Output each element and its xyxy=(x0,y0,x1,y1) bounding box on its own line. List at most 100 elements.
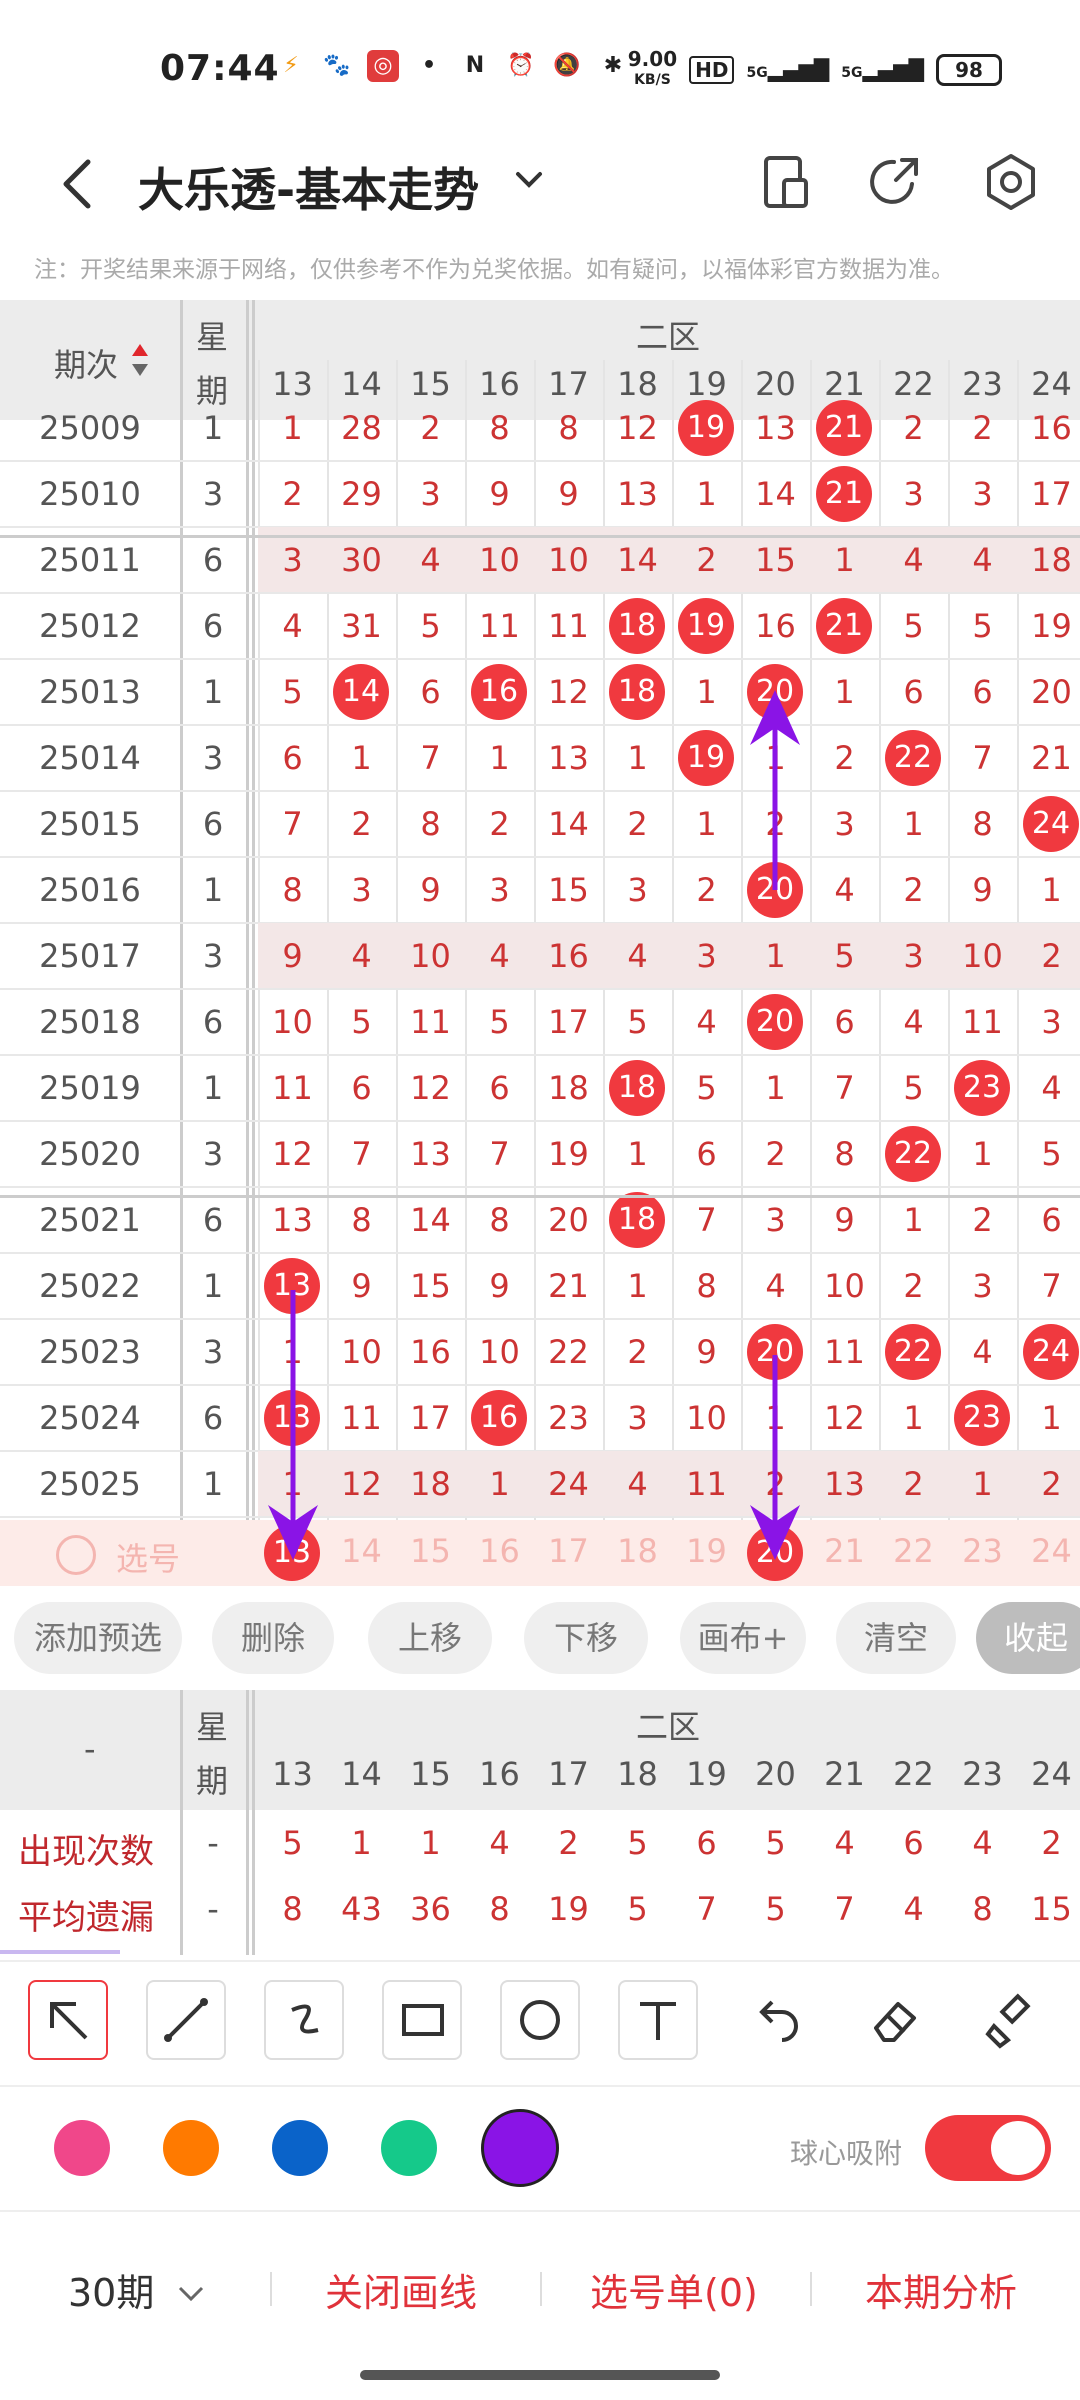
phone-layout-icon[interactable] xyxy=(750,146,822,218)
issue-header[interactable]: 期次 xyxy=(54,340,118,386)
miss-count: 5 xyxy=(282,673,303,711)
line-icon[interactable] xyxy=(146,1980,226,2060)
stats-value: 6 xyxy=(696,1824,717,1862)
action-chip[interactable]: 清空 xyxy=(836,1602,956,1674)
select-number[interactable]: 24 xyxy=(1017,1532,1080,1570)
miss-count: 8 xyxy=(282,871,303,909)
color-swatch-selected[interactable] xyxy=(481,2109,559,2187)
hit-ball[interactable]: 24 xyxy=(1023,796,1079,852)
weekday: 1 xyxy=(202,409,224,447)
hit-ball[interactable]: 16 xyxy=(471,664,527,720)
period-selector[interactable]: 30期 xyxy=(68,2262,208,2317)
hit-ball[interactable]: 20 xyxy=(747,862,803,918)
miss-count: 4 xyxy=(489,937,510,975)
hit-ball[interactable]: 20 xyxy=(747,994,803,1050)
selected-ball[interactable]: 13 xyxy=(264,1525,320,1581)
row-divider xyxy=(0,1318,1080,1320)
stats-label: 平均遗漏 xyxy=(18,1898,154,1938)
hit-ball[interactable]: 13 xyxy=(264,1258,320,1314)
hit-ball[interactable]: 22 xyxy=(885,1324,941,1380)
circle-icon[interactable] xyxy=(500,1980,580,2060)
column-header: 22 xyxy=(893,365,934,403)
share-icon[interactable] xyxy=(860,146,932,218)
settings-icon[interactable] xyxy=(975,146,1047,218)
snap-toggle[interactable] xyxy=(925,2115,1051,2181)
row-divider xyxy=(0,724,1080,726)
action-chip[interactable]: 画布+ xyxy=(680,1602,806,1674)
hit-ball[interactable]: 18 xyxy=(609,598,665,654)
color-swatch[interactable] xyxy=(163,2120,219,2176)
hit-ball[interactable]: 20 xyxy=(747,1324,803,1380)
text-icon[interactable] xyxy=(618,1980,698,2060)
color-swatch[interactable] xyxy=(381,2120,437,2176)
hit-ball[interactable]: 23 xyxy=(954,1060,1010,1116)
undo-icon[interactable] xyxy=(736,1980,816,2060)
select-number[interactable]: 15 xyxy=(396,1532,465,1570)
action-chip[interactable]: 下移 xyxy=(524,1602,648,1674)
pick-list-button[interactable]: 选号单(0) xyxy=(590,2262,758,2317)
select-arrow-icon[interactable] xyxy=(28,1980,108,2060)
color-swatch[interactable] xyxy=(272,2120,328,2176)
curve-icon[interactable] xyxy=(264,1980,344,2060)
select-label[interactable]: 选号 xyxy=(116,1534,180,1580)
hit-ball[interactable]: 14 xyxy=(333,664,389,720)
close-draw-button[interactable]: 关闭画线 xyxy=(325,2262,477,2317)
action-chip[interactable]: 添加预选 xyxy=(14,1602,182,1674)
page-title[interactable]: 大乐透-基本走势 xyxy=(138,154,479,220)
bottom-action-bar: 30期 关闭画线 选号单(0) 本期分析 xyxy=(0,2210,1080,2350)
select-number[interactable]: 14 xyxy=(327,1532,396,1570)
select-number[interactable]: 18 xyxy=(603,1532,672,1570)
chevron-down-icon[interactable] xyxy=(512,162,546,205)
hit-ball[interactable]: 21 xyxy=(816,466,872,522)
miss-count: 1 xyxy=(765,1069,786,1107)
stats-weekday: - xyxy=(207,1824,219,1862)
color-swatch[interactable] xyxy=(54,2120,110,2176)
selected-ball[interactable]: 20 xyxy=(747,1525,803,1581)
hit-ball[interactable]: 18 xyxy=(609,1060,665,1116)
miss-count: 7 xyxy=(834,1069,855,1107)
action-chip[interactable]: 上移 xyxy=(368,1602,492,1674)
miss-count: 13 xyxy=(755,409,796,447)
rectangle-icon[interactable] xyxy=(382,1980,462,2060)
hit-ball[interactable]: 22 xyxy=(885,730,941,786)
hit-ball[interactable]: 19 xyxy=(678,598,734,654)
hit-ball[interactable]: 16 xyxy=(471,1390,527,1446)
hit-ball[interactable]: 21 xyxy=(816,400,872,456)
clear-brush-icon[interactable] xyxy=(972,1980,1052,2060)
weekday: 6 xyxy=(202,541,224,579)
eraser-icon[interactable] xyxy=(854,1980,934,2060)
hit-ball[interactable]: 20 xyxy=(747,664,803,720)
action-chip[interactable]: 删除 xyxy=(212,1602,334,1674)
back-button[interactable] xyxy=(50,148,110,218)
select-radio[interactable] xyxy=(56,1535,96,1575)
miss-count: 13 xyxy=(272,1201,313,1239)
miss-count: 1 xyxy=(972,1135,993,1173)
select-number[interactable]: 19 xyxy=(672,1532,741,1570)
miss-count: 4 xyxy=(972,1333,993,1371)
hit-ball[interactable]: 22 xyxy=(885,1126,941,1182)
miss-count: 5 xyxy=(1041,1135,1062,1173)
miss-count: 18 xyxy=(1031,541,1072,579)
select-number[interactable]: 16 xyxy=(465,1532,534,1570)
hit-ball[interactable]: 13 xyxy=(264,1390,320,1446)
stats-value: 7 xyxy=(834,1890,855,1928)
hit-ball[interactable]: 21 xyxy=(816,598,872,654)
hit-ball[interactable]: 19 xyxy=(678,400,734,456)
collapse-button[interactable]: 收起 xyxy=(976,1602,1080,1674)
hit-ball[interactable]: 24 xyxy=(1023,1324,1079,1380)
select-number[interactable]: 23 xyxy=(948,1532,1017,1570)
select-number[interactable]: 22 xyxy=(879,1532,948,1570)
hit-ball[interactable]: 18 xyxy=(609,1192,665,1248)
stats-column-header: 23 xyxy=(962,1755,1003,1793)
period-analysis-button[interactable]: 本期分析 xyxy=(865,2262,1017,2317)
miss-count: 2 xyxy=(834,739,855,777)
miss-count: 10 xyxy=(410,937,451,975)
hit-ball[interactable]: 19 xyxy=(678,730,734,786)
hit-ball[interactable]: 23 xyxy=(954,1390,1010,1446)
hit-ball[interactable]: 18 xyxy=(609,664,665,720)
miss-count: 9 xyxy=(420,871,441,909)
miss-count: 3 xyxy=(903,475,924,513)
select-number[interactable]: 21 xyxy=(810,1532,879,1570)
select-number[interactable]: 17 xyxy=(534,1532,603,1570)
sort-icon[interactable] xyxy=(130,340,150,380)
